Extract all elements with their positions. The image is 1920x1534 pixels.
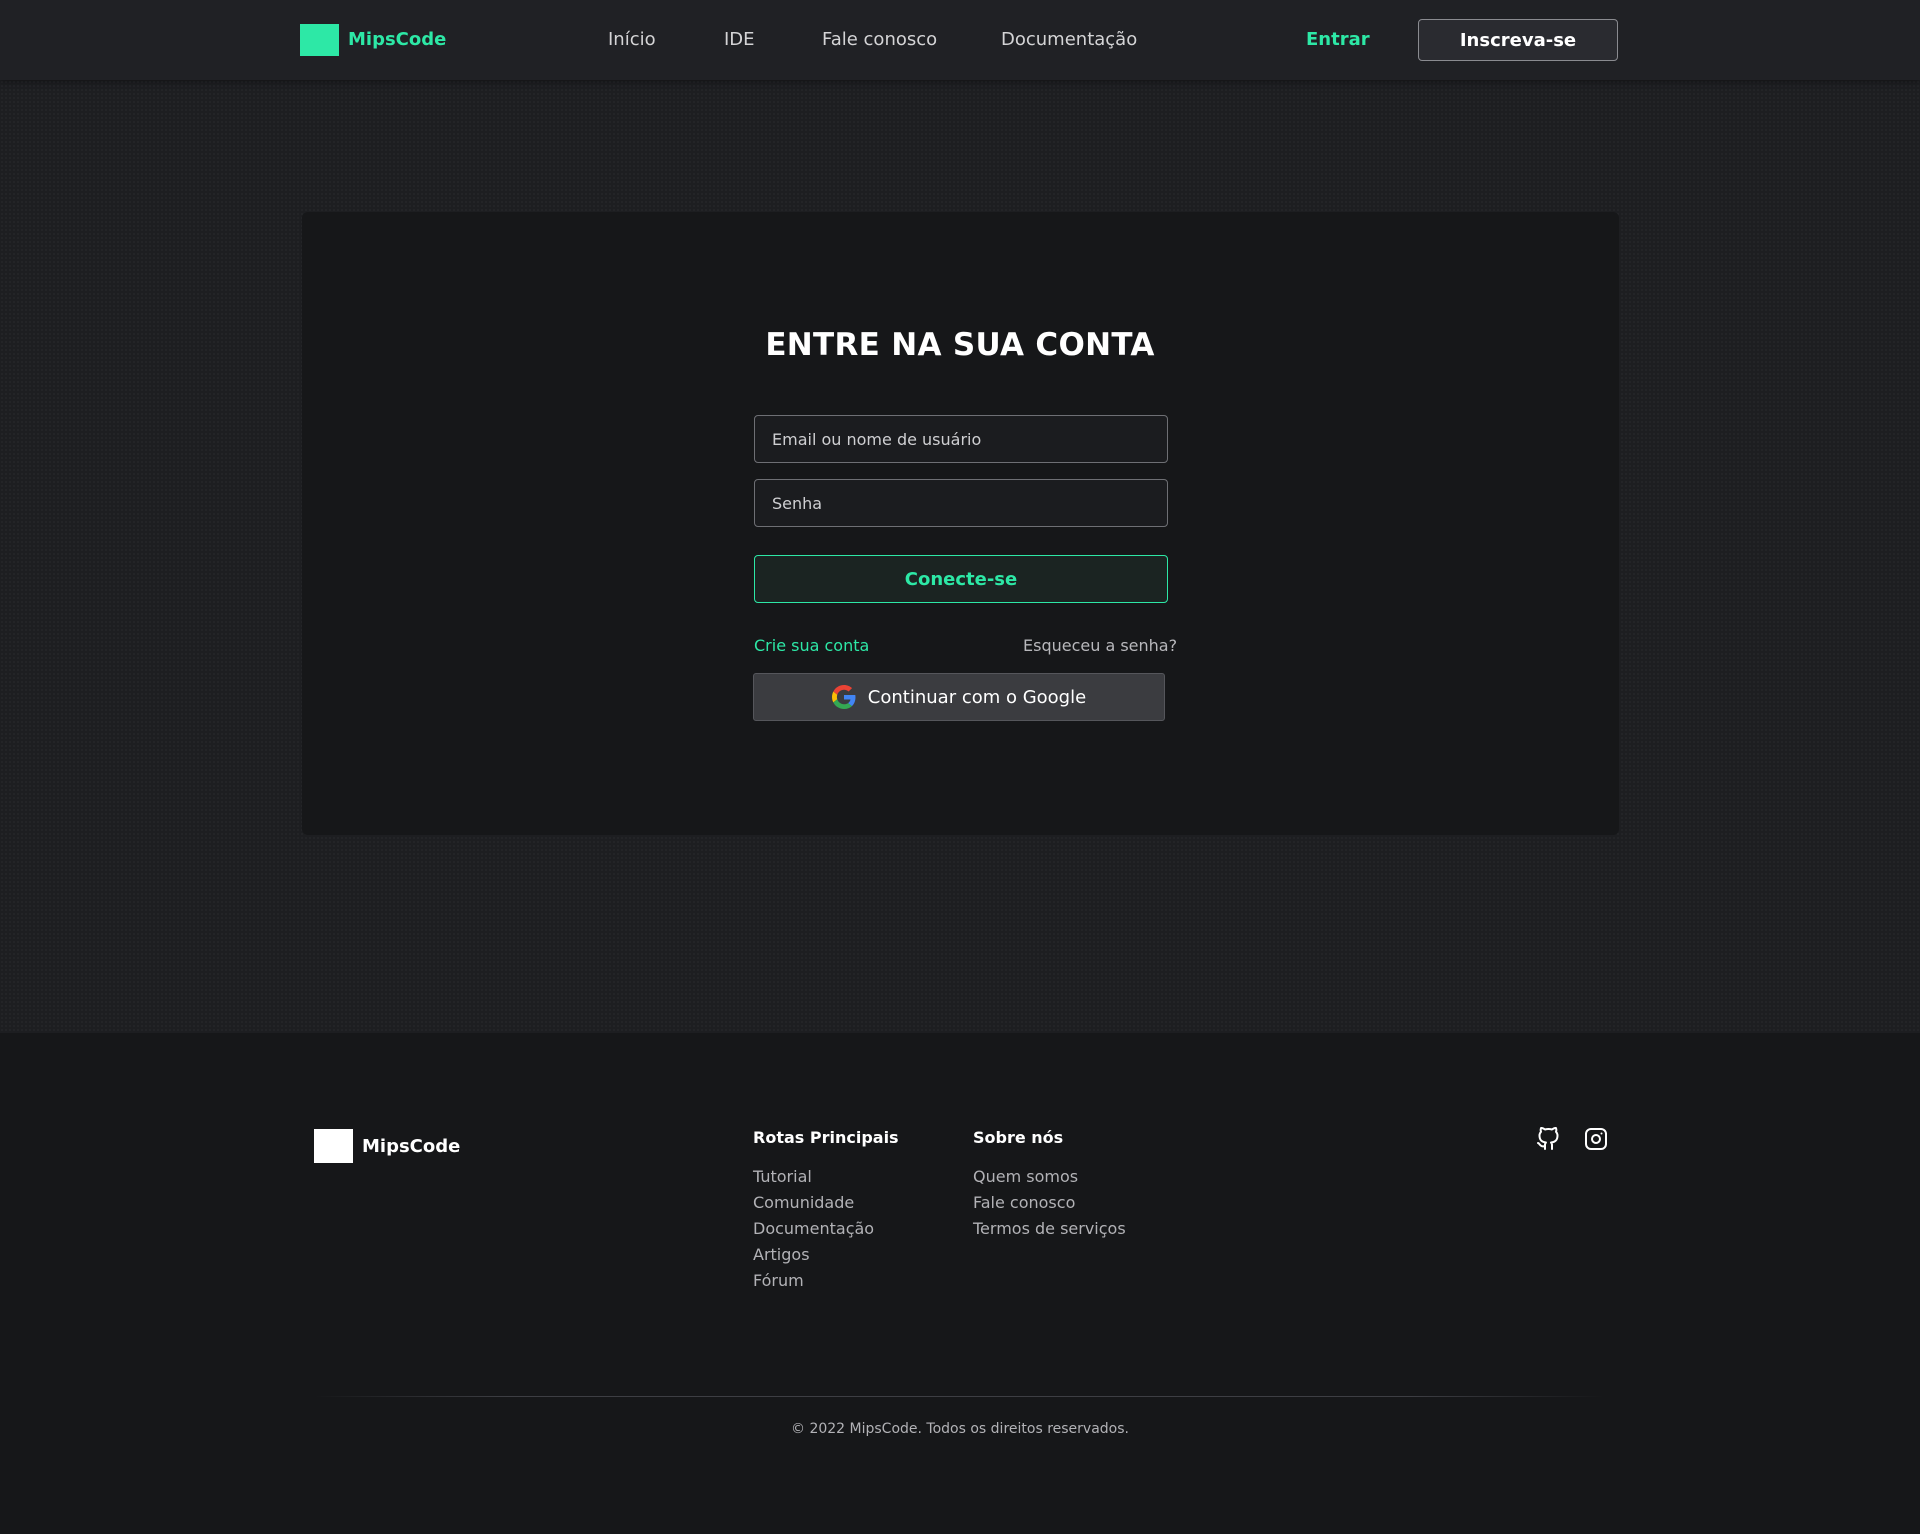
- top-navbar: MipsCode Início IDE Fale conosco Documen…: [0, 0, 1920, 80]
- copyright-text: © 2022 MipsCode. Todos os direitos reser…: [791, 1421, 1129, 1437]
- footer-column-title-sobre: Sobre nós: [973, 1128, 1064, 1147]
- instagram-icon[interactable]: [1584, 1126, 1608, 1152]
- footer-brand-name[interactable]: MipsCode: [362, 1135, 460, 1159]
- signup-button[interactable]: Inscreva-se: [1418, 19, 1618, 61]
- footer-link-comunidade[interactable]: Comunidade: [753, 1193, 854, 1213]
- login-title: ENTRE NA SUA CONTA: [765, 327, 1155, 363]
- forgot-password-link[interactable]: Esqueceu a senha?: [1023, 636, 1177, 656]
- footer-link-quem-somos[interactable]: Quem somos: [973, 1167, 1078, 1187]
- footer-link-artigos[interactable]: Artigos: [753, 1245, 810, 1265]
- nav-item-ide[interactable]: IDE: [724, 28, 755, 52]
- footer-link-documentacao[interactable]: Documentação: [753, 1219, 874, 1239]
- footer-link-fale-conosco[interactable]: Fale conosco: [973, 1193, 1075, 1213]
- brand-logo-mark[interactable]: [300, 24, 339, 56]
- footer-divider: [314, 1396, 1604, 1397]
- email-field[interactable]: [754, 415, 1168, 463]
- login-submit-button[interactable]: Conecte-se: [754, 555, 1168, 603]
- footer-link-forum[interactable]: Fórum: [753, 1271, 804, 1291]
- footer-column-title-rotas: Rotas Principais: [753, 1128, 899, 1147]
- brand-name[interactable]: MipsCode: [348, 28, 446, 52]
- nav-item-fale-conosco[interactable]: Fale conosco: [822, 28, 937, 52]
- footer-logo-mark[interactable]: [314, 1129, 353, 1163]
- nav-item-inicio[interactable]: Início: [608, 28, 656, 52]
- footer: [0, 1033, 1920, 1534]
- login-link[interactable]: Entrar: [1306, 28, 1370, 52]
- github-icon[interactable]: [1536, 1126, 1560, 1152]
- create-account-link[interactable]: Crie sua conta: [754, 636, 869, 656]
- footer-link-tutorial[interactable]: Tutorial: [753, 1167, 812, 1187]
- google-login-button[interactable]: Continuar com o Google: [753, 673, 1165, 721]
- password-field[interactable]: [754, 479, 1168, 527]
- google-button-label: Continuar com o Google: [867, 686, 1087, 708]
- footer-link-termos[interactable]: Termos de serviços: [973, 1219, 1126, 1239]
- google-icon: [831, 685, 856, 709]
- nav-item-documentacao[interactable]: Documentação: [1001, 28, 1137, 52]
